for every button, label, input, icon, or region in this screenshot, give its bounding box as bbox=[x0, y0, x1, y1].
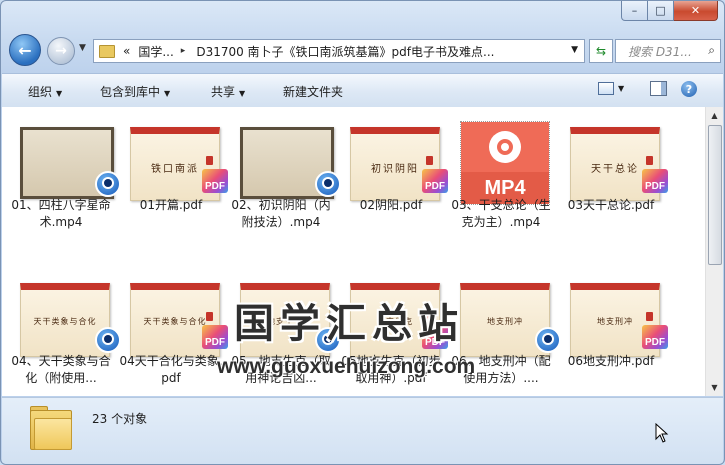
view-icon bbox=[598, 82, 614, 95]
mouse-cursor-icon bbox=[655, 423, 669, 443]
thumbnail-title: 天干类象与合化 bbox=[33, 317, 97, 326]
back-button[interactable]: ← bbox=[9, 34, 41, 66]
file-item[interactable]: 铁口南派 PDF 01开篇.pdf bbox=[118, 127, 228, 237]
include-in-library-menu[interactable]: 包含到库中 ▼ bbox=[100, 83, 170, 100]
share-label: 共享 bbox=[211, 85, 236, 99]
file-item[interactable]: 初识阴阳 PDF 02阴阳.pdf bbox=[338, 127, 448, 237]
forward-button[interactable]: → bbox=[47, 37, 75, 65]
file-item[interactable]: 02、初识阴阳（内附技法）.mp4 bbox=[228, 127, 341, 237]
chevron-down-icon: ▼ bbox=[164, 89, 171, 98]
file-name: 06地支刑冲.pdf bbox=[567, 354, 655, 368]
folder-icon bbox=[30, 406, 72, 450]
file-item[interactable]: 天干总论 PDF 03天干总论.pdf bbox=[558, 127, 668, 237]
organize-menu[interactable]: 组织 ▼ bbox=[28, 83, 62, 100]
seal-icon bbox=[646, 312, 653, 321]
search-box[interactable]: 搜索 D31... ⌕ bbox=[615, 39, 721, 63]
search-input[interactable]: 搜索 D31... bbox=[628, 43, 692, 60]
file-name: 01开篇.pdf bbox=[139, 198, 203, 212]
watermark-url: www.guoxuehuizong.com bbox=[217, 355, 476, 378]
chevron-down-icon: ▼ bbox=[239, 89, 246, 98]
pdf-icon: PDF bbox=[642, 169, 668, 193]
caption-buttons: – □ ✕ bbox=[621, 1, 718, 21]
command-bar: 组织 ▼ 包含到库中 ▼ 共享 ▼ 新建文件夹 ▼ ? bbox=[2, 73, 723, 108]
file-name: 01、四柱八字星命术.mp4 bbox=[11, 198, 111, 229]
forward-arrow-icon: → bbox=[55, 43, 67, 59]
watermark-title: 国学汇总站 bbox=[234, 301, 464, 347]
include-in-library-label: 包含到库中 bbox=[100, 85, 161, 99]
address-prefix[interactable]: « bbox=[123, 44, 130, 58]
breadcrumb-current[interactable]: D31700 南卜子《铁口南派筑基篇》pdf电子书及难点... bbox=[196, 43, 494, 60]
chevron-down-icon: ▼ bbox=[56, 89, 63, 98]
organize-label: 组织 bbox=[28, 85, 53, 99]
pdf-icon: PDF bbox=[642, 325, 668, 349]
file-name: 02、初识阴阳（内附技法）.mp4 bbox=[231, 198, 331, 229]
chevron-down-icon: ▼ bbox=[618, 84, 625, 93]
seal-icon bbox=[206, 312, 213, 321]
file-name: 03天干总论.pdf bbox=[567, 198, 655, 212]
scrollbar-thumb[interactable] bbox=[708, 125, 722, 265]
file-item[interactable]: 01、四柱八字星命术.mp4 bbox=[8, 127, 121, 237]
pdf-icon: PDF bbox=[422, 169, 448, 193]
seal-icon bbox=[206, 156, 213, 165]
file-list: 01、四柱八字星命术.mp4 铁口南派 PDF 01开篇.pdf 02、初识阴阳… bbox=[2, 107, 723, 396]
file-name: 02阴阳.pdf bbox=[359, 198, 423, 212]
change-view-button[interactable]: ▼ bbox=[598, 82, 624, 95]
seal-icon bbox=[426, 156, 433, 165]
file-item-selected[interactable]: MP4 03、干支总论（生克为主）.mp4 bbox=[448, 121, 554, 237]
vertical-scrollbar[interactable]: ▲ ▼ bbox=[705, 107, 723, 396]
seal-icon bbox=[646, 156, 653, 165]
refresh-button[interactable]: ⇆ bbox=[589, 39, 613, 63]
file-name: 03、干支总论（生克为主）.mp4 bbox=[451, 198, 551, 229]
explorer-window: – □ ✕ ← → ▼ « 国学... ▸ D31700 南卜子《铁口南派筑基篇… bbox=[0, 0, 725, 465]
file-item[interactable]: 地支刑冲 PDF 06地支刑冲.pdf bbox=[558, 283, 668, 393]
recent-pages-dropdown-icon[interactable]: ▼ bbox=[79, 43, 86, 53]
preview-pane-icon[interactable] bbox=[650, 81, 667, 96]
close-button[interactable]: ✕ bbox=[674, 1, 718, 21]
file-item[interactable]: 天干类象与合化 04、天干类象与合化（附使用... bbox=[8, 283, 121, 393]
breadcrumb-separator-icon[interactable]: ▸ bbox=[181, 46, 186, 56]
pdf-icon: PDF bbox=[202, 169, 228, 193]
refresh-icon: ⇆ bbox=[595, 44, 607, 58]
scroll-up-icon[interactable]: ▲ bbox=[706, 107, 723, 124]
back-arrow-icon: ← bbox=[18, 40, 32, 60]
file-item[interactable]: 天干类象与合化 PDF 04天干合化与类象.pdf bbox=[118, 283, 228, 393]
search-icon[interactable]: ⌕ bbox=[708, 43, 715, 58]
scroll-down-icon[interactable]: ▼ bbox=[706, 379, 723, 396]
address-bar[interactable]: « 国学... ▸ D31700 南卜子《铁口南派筑基篇》pdf电子书及难点..… bbox=[93, 39, 585, 63]
breadcrumb-root[interactable]: 国学... bbox=[138, 43, 173, 60]
share-menu[interactable]: 共享 ▼ bbox=[211, 83, 245, 100]
address-dropdown-icon[interactable]: ▼ bbox=[571, 45, 578, 55]
minimize-button[interactable]: – bbox=[621, 1, 648, 21]
mp4-file-icon: MP4 bbox=[460, 121, 550, 205]
film-reel-icon bbox=[461, 122, 549, 172]
pdf-icon: PDF bbox=[202, 325, 228, 349]
folder-icon bbox=[99, 44, 115, 58]
file-name: 04天干合化与类象.pdf bbox=[119, 354, 223, 385]
thumbnail-title: 地支刑冲 bbox=[487, 317, 523, 326]
file-name: 04、天干类象与合化（附使用... bbox=[11, 354, 111, 385]
details-pane: 23 个对象 bbox=[2, 397, 723, 464]
new-folder-button[interactable]: 新建文件夹 bbox=[283, 83, 343, 100]
maximize-button[interactable]: □ bbox=[648, 1, 674, 21]
item-count: 23 个对象 bbox=[92, 412, 148, 426]
navigation-bar: ← → ▼ « 国学... ▸ D31700 南卜子《铁口南派筑基篇》pdf电子… bbox=[9, 34, 721, 66]
help-icon[interactable]: ? bbox=[681, 81, 697, 97]
